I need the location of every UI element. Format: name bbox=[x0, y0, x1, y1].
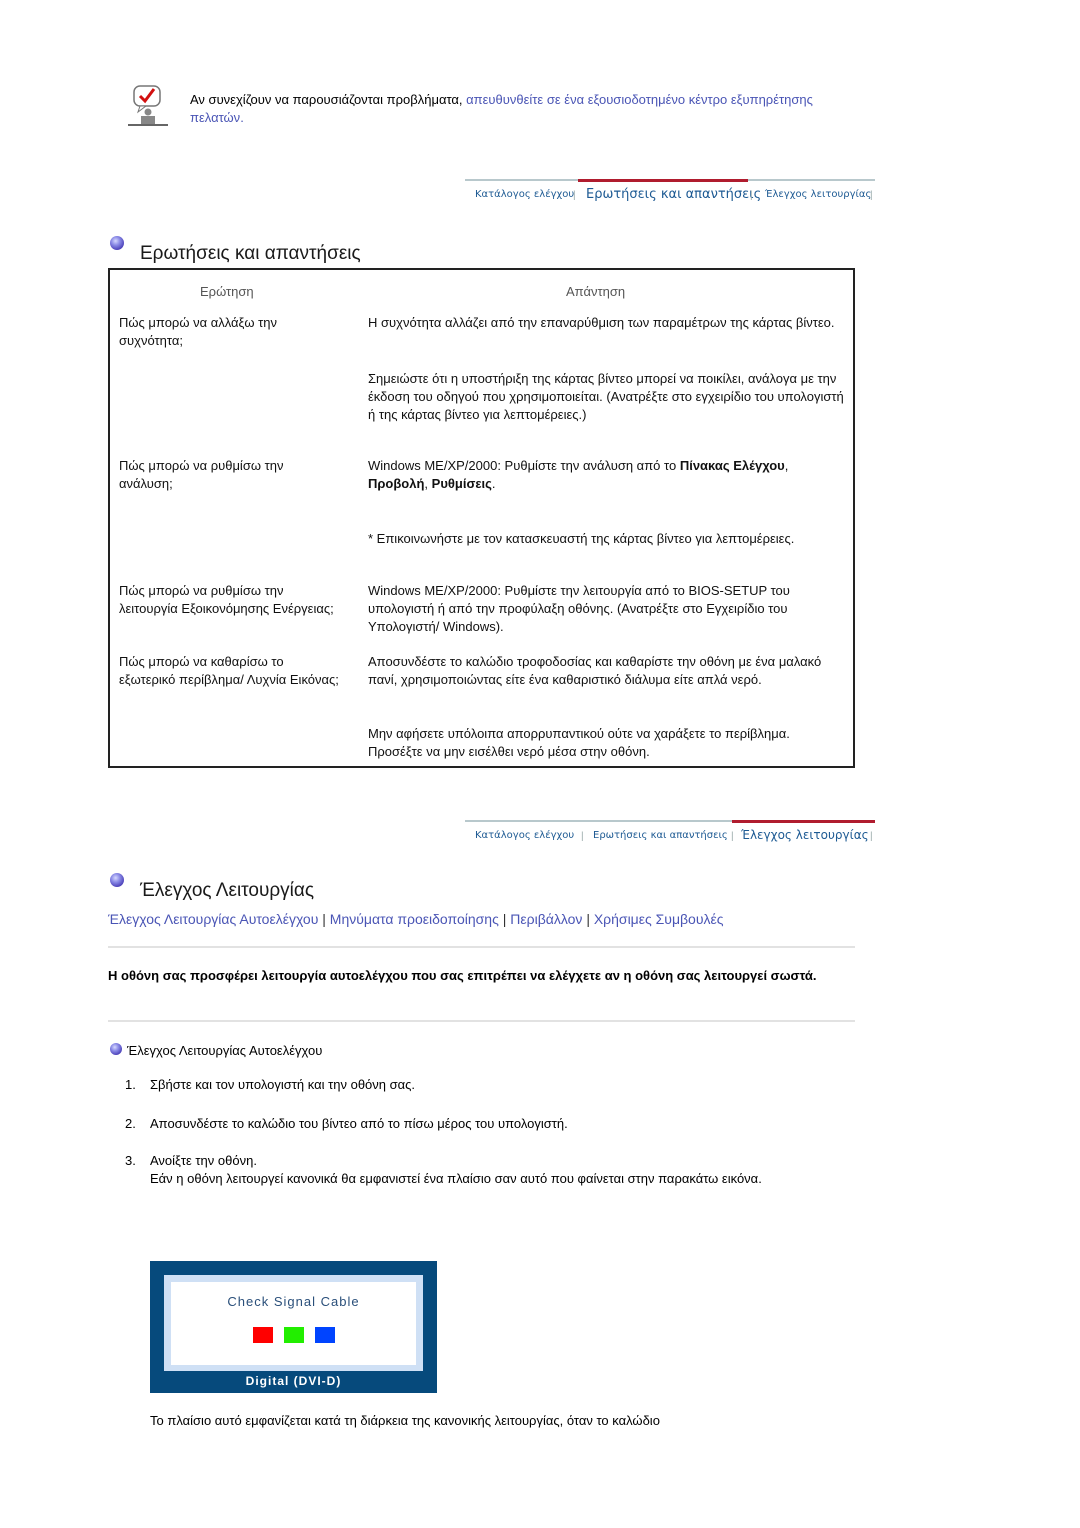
link-separator: | bbox=[322, 911, 326, 927]
step-text: Αποσυνδέστε το καλώδιο του βίντεο από το… bbox=[150, 1116, 568, 1131]
divider bbox=[108, 946, 855, 948]
step-number: 2. bbox=[125, 1116, 136, 1131]
section-tabs-2: Κατάλογος ελέγχου | Ερωτήσεις και απαντή… bbox=[465, 820, 875, 848]
step-detail: Εάν η οθόνη λειτουργεί κανονικά θα εμφαν… bbox=[150, 1171, 762, 1186]
answer-end: . bbox=[491, 476, 496, 491]
tab-separator: | bbox=[581, 831, 584, 842]
function-check-title: Έλεγχος Λειτουργίας bbox=[140, 880, 315, 901]
bullet-icon bbox=[110, 236, 124, 250]
tab-qa[interactable]: Ερωτήσεις και απαντήσεις bbox=[593, 830, 728, 841]
function-links: Έλεγχος Λειτουργίας Αυτοελέγχου | Μηνύμα… bbox=[108, 910, 798, 929]
answer-sep: , bbox=[784, 458, 789, 473]
tab-separator: | bbox=[870, 190, 873, 201]
link-environment[interactable]: Περιβάλλον bbox=[510, 911, 582, 927]
answer-cell: Αποσυνδέστε το καλώδιο τροφοδοσίας και κ… bbox=[368, 654, 822, 687]
answer-cell: Η συχνότητα αλλάζει από την επαναρύθμιση… bbox=[368, 315, 835, 330]
dialog-footer: Digital (DVI-D) bbox=[245, 1374, 342, 1388]
link-useful-tips[interactable]: Χρήσιμες Συμβουλές bbox=[594, 911, 724, 927]
step-number: 1. bbox=[125, 1077, 136, 1092]
menu-path-control-panel: Πίνακας Ελέγχου bbox=[679, 458, 785, 473]
support-note: Αν συνεχίζουν να παρουσιάζονται προβλήμα… bbox=[190, 91, 840, 127]
link-self-test[interactable]: Έλεγχος Λειτουργίας Αυτοελέγχου bbox=[108, 911, 318, 927]
tab-separator: | bbox=[731, 831, 734, 842]
question-header: Ερώτηση bbox=[200, 284, 254, 299]
answer-cell: Σημειώστε ότι η υποστήριξη της κάρτας βί… bbox=[368, 371, 844, 422]
answer-cell: Μην αφήσετε υπόλοιπα απορρυπαντικού ούτε… bbox=[368, 726, 790, 759]
question-cell: Πώς μπορώ να ρυθμίσω την ανάλυση; bbox=[119, 458, 284, 491]
link-separator: | bbox=[586, 911, 590, 927]
tab-separator: | bbox=[870, 831, 873, 842]
bullet-icon bbox=[110, 1043, 122, 1055]
checklist-person-icon bbox=[126, 84, 170, 128]
self-test-intro: Η οθόνη σας προσφέρει λειτουργία αυτοελέ… bbox=[108, 968, 817, 983]
section-tabs-1: Κατάλογος ελέγχου | Ερωτήσεις και απαντή… bbox=[465, 179, 875, 207]
menu-path-display: Προβολή bbox=[368, 476, 425, 491]
note-text: Αν συνεχίζουν να παρουσιάζονται προβλήμα… bbox=[190, 92, 467, 107]
active-tab-indicator bbox=[578, 179, 748, 182]
note-period: . bbox=[240, 110, 244, 125]
qa-title: Ερωτήσεις και απαντήσεις bbox=[140, 243, 361, 264]
tab-checklist[interactable]: Κατάλογος ελέγχου bbox=[475, 830, 574, 841]
question-cell: Πώς μπορώ να αλλάξω την συχνότητα; bbox=[119, 315, 277, 348]
answer-header: Απάντηση bbox=[566, 284, 626, 299]
step-text: Ανοίξτε την οθόνη. bbox=[150, 1153, 257, 1168]
check-signal-cable-image: Check Signal Cable Digital (DVI-D) bbox=[150, 1261, 437, 1393]
link-separator: | bbox=[502, 911, 507, 927]
green-square bbox=[284, 1327, 304, 1343]
tab-separator: | bbox=[573, 190, 576, 201]
self-test-subtitle: Έλεγχος Λειτουργίας Αυτοελέγχου bbox=[127, 1043, 323, 1058]
menu-path-settings: Ρυθμίσεις bbox=[431, 476, 492, 491]
divider bbox=[108, 1020, 855, 1022]
step-text: Σβήστε και τον υπολογιστή και την οθόνη … bbox=[150, 1077, 416, 1092]
step-number: 3. bbox=[125, 1153, 136, 1168]
question-cell: Πώς μπορώ να ρυθμίσω την λειτουργία Εξοι… bbox=[119, 583, 334, 616]
answer-cell: Windows ME/XP/2000: Ρυθμίστε την ανάλυση… bbox=[368, 457, 838, 493]
answer-sep: , bbox=[424, 476, 432, 491]
tab-separator: | bbox=[750, 190, 753, 201]
bullet-icon bbox=[110, 873, 124, 887]
blue-square bbox=[315, 1327, 335, 1343]
answer-cell: Windows ME/XP/2000: Ρυθμίστε την λειτουρ… bbox=[368, 583, 790, 634]
answer-note-cell: * Επικοινωνήστε με τον κατασκευαστή της … bbox=[368, 531, 795, 546]
answer-text: Windows ME/XP/2000: Ρυθμίστε την ανάλυση… bbox=[368, 458, 680, 473]
link-warning-messages[interactable]: Μηνύματα προειδοποίησης bbox=[330, 911, 499, 927]
qa-table: Ερώτηση Απάντηση Πώς μπορώ να αλλάξω την… bbox=[108, 268, 855, 768]
tab-checklist[interactable]: Κατάλογος ελέγχου bbox=[475, 189, 574, 200]
active-tab-indicator bbox=[732, 820, 875, 823]
trailing-text: Το πλαίσιο αυτό εμφανίζεται κατά τη διάρ… bbox=[150, 1413, 660, 1428]
red-square bbox=[253, 1327, 273, 1343]
tab-qa[interactable]: Ερωτήσεις και απαντήσεις bbox=[586, 187, 761, 202]
tab-function-check[interactable]: Έλεγχος λειτουργίας bbox=[741, 828, 869, 842]
dialog-message: Check Signal Cable bbox=[227, 1294, 360, 1309]
tab-function-check[interactable]: Έλεγχος λειτουργίας bbox=[765, 189, 871, 200]
question-cell: Πώς μπορώ να καθαρίσω το εξωτερικό περίβ… bbox=[119, 654, 339, 687]
